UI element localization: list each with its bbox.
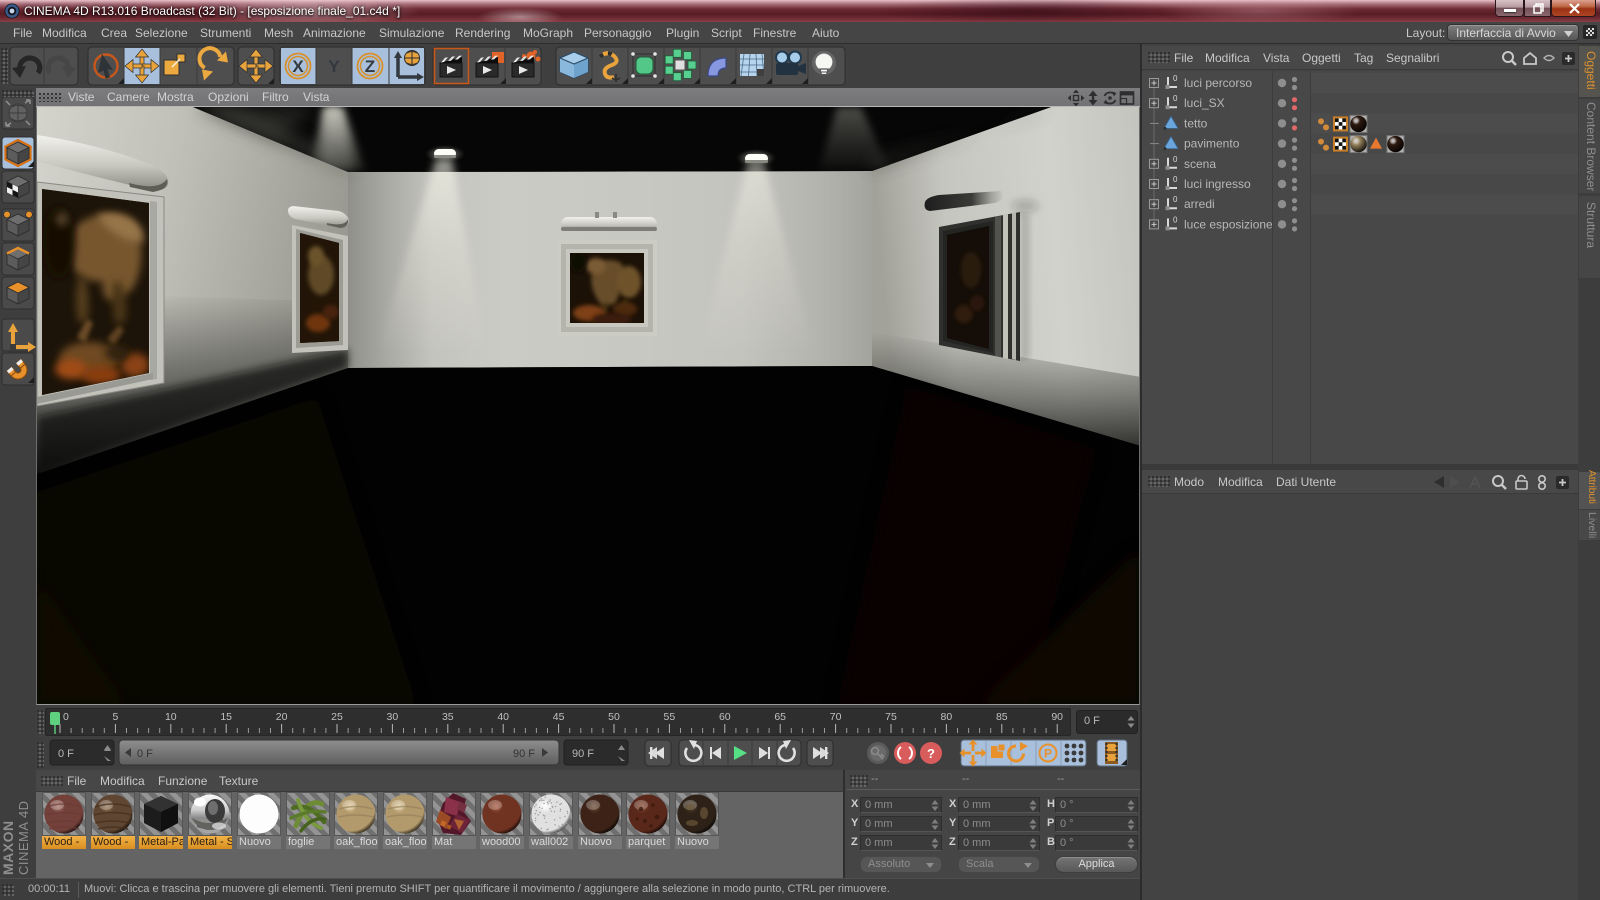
svg-text:P: P [1044,747,1052,761]
svg-text:0: 0 [63,711,69,723]
svg-text:5: 5 [112,711,118,723]
svg-text:10: 10 [165,711,177,723]
svg-text:0: 0 [1173,175,1178,184]
svg-text:0: 0 [1173,195,1178,204]
svg-text:85: 85 [996,711,1008,723]
svg-text:luci_SX: luci_SX [1184,96,1225,110]
svg-text:0: 0 [1173,94,1178,103]
svg-text:75: 75 [885,711,897,723]
svg-text:55: 55 [664,711,676,723]
svg-text:50: 50 [608,711,620,723]
svg-text:luci percorso: luci percorso [1184,76,1252,90]
svg-text:90 F: 90 F [513,748,535,760]
svg-text:20: 20 [276,711,288,723]
svg-text:40: 40 [497,711,509,723]
svg-text:luci ingresso: luci ingresso [1184,177,1251,191]
svg-text:Y: Y [328,57,340,76]
svg-text:90 F: 90 F [572,748,594,760]
svg-text:0 F: 0 F [58,748,74,760]
svg-text:45: 45 [553,711,565,723]
svg-text:Z: Z [365,57,375,76]
svg-text:pavimento: pavimento [1184,137,1240,151]
svg-text:0 F: 0 F [137,748,153,760]
svg-text:30: 30 [387,711,399,723]
svg-text:luce esposizione: luce esposizione [1184,217,1273,231]
svg-text:arredi: arredi [1184,197,1215,211]
svg-text:65: 65 [774,711,786,723]
svg-text:0: 0 [1173,74,1178,83]
svg-text:90: 90 [1051,711,1063,723]
svg-text:35: 35 [442,711,454,723]
svg-text:tetto: tetto [1184,116,1208,130]
svg-text:0: 0 [1173,155,1178,164]
svg-text:80: 80 [941,711,953,723]
svg-text:25: 25 [331,711,343,723]
svg-text:60: 60 [719,711,731,723]
svg-text:70: 70 [830,711,842,723]
svg-text:X: X [292,57,304,76]
svg-text:15: 15 [220,711,232,723]
svg-text:scena: scena [1184,157,1216,171]
svg-text:0: 0 [1173,215,1178,224]
svg-text:?: ? [927,746,935,761]
